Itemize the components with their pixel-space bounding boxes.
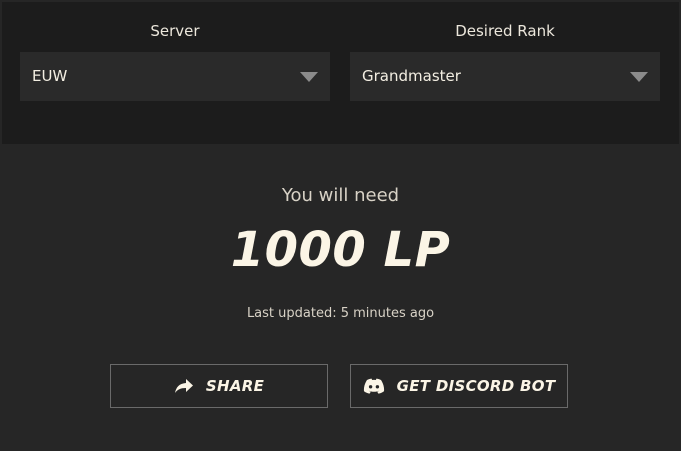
desired-rank-selected-value: Grandmaster — [362, 67, 461, 85]
chevron-down-icon — [630, 72, 648, 82]
get-discord-bot-button[interactable]: GET DISCORD BOT — [350, 364, 568, 408]
lp-required-value: 1000 LP — [230, 222, 451, 278]
share-button[interactable]: SHARE — [110, 364, 328, 408]
rank-calculator-panel: Server Desired Rank EUW Grandmaster You … — [0, 0, 681, 451]
chevron-down-icon — [300, 72, 318, 82]
discord-icon — [363, 378, 385, 394]
result-intro: You will need — [281, 185, 400, 206]
server-select[interactable]: EUW — [20, 52, 330, 101]
share-button-label: SHARE — [205, 377, 265, 395]
desired-rank-select[interactable]: Grandmaster — [350, 52, 660, 101]
discord-button-label: GET DISCORD BOT — [396, 377, 556, 395]
share-arrow-icon — [174, 378, 194, 394]
server-selected-value: EUW — [32, 67, 68, 85]
last-updated-text: Last updated: 5 minutes ago — [246, 306, 435, 321]
server-label: Server — [150, 22, 200, 40]
desired-rank-label: Desired Rank — [455, 22, 555, 40]
